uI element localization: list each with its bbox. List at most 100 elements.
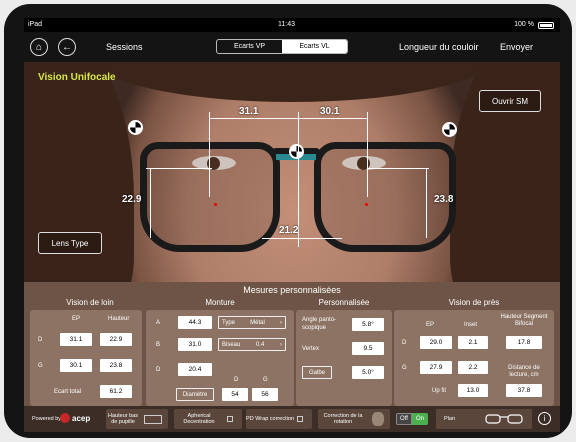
diameter-g-label: G <box>263 377 268 383</box>
aspherical-label: Apherical Decentration <box>183 413 215 425</box>
pantoscopic-label: Angle panto-scopique <box>302 317 337 331</box>
far-g-height[interactable]: 23.8 <box>100 359 132 372</box>
send-button[interactable]: Envoyer <box>500 42 533 52</box>
pd-wrap-label: PD Wrap correction <box>246 416 294 422</box>
far-d-ep[interactable]: 31.1 <box>60 333 92 346</box>
home-icon[interactable]: ⌂ <box>30 38 48 56</box>
frame-bevel-value: 0.4 <box>256 341 265 348</box>
tab-ecarts-vl[interactable]: Ecarts VL <box>282 40 347 53</box>
frame-a-label: A <box>156 320 161 326</box>
pantoscopic-value[interactable]: 5.8° <box>352 318 384 331</box>
pd-right-label: 31.1 <box>239 106 259 117</box>
frame-d-value[interactable]: 20.4 <box>178 363 212 376</box>
far-total-label: Ecart total <box>54 389 82 395</box>
pd-left-hline <box>298 118 367 119</box>
chevron-right-icon: › <box>280 319 282 326</box>
near-row-g: G <box>402 365 407 371</box>
frame-bevel-label: Biseau <box>222 341 241 348</box>
rotation-correction: Correction de la rotation <box>318 409 390 429</box>
vertex-value[interactable]: 9.5 <box>352 342 384 355</box>
far-row-g: G <box>38 363 43 369</box>
height-left-label: 23.8 <box>434 194 454 205</box>
battery-icon <box>538 22 554 29</box>
pd-left-vline <box>367 112 368 197</box>
glasses-icon <box>485 414 523 424</box>
powered-by-label: Powered by <box>32 416 62 422</box>
near-d-inset[interactable]: 2.1 <box>458 336 488 349</box>
hair-shape <box>84 62 500 102</box>
frame-title: Monture <box>205 298 235 307</box>
plan-label: Plan <box>444 416 456 422</box>
near-d-ep[interactable]: 29.0 <box>420 336 452 349</box>
rotation-label: Correction de la rotation <box>323 413 363 425</box>
tab-ecarts-vp[interactable]: Ecarts VP <box>217 40 282 53</box>
clip-marker-center <box>289 144 304 159</box>
app-screen: iPad 11:43 100 % ⌂ ← Sessions Ecarts VP … <box>24 18 560 432</box>
near-g-ep[interactable]: 27.9 <box>420 361 452 374</box>
lens-type-button[interactable]: Lens Type <box>38 232 102 254</box>
near-bifocal-value[interactable]: 17.8 <box>506 336 542 349</box>
far-total-value: 61.2 <box>100 385 132 398</box>
clip-marker-left <box>442 122 457 137</box>
toggle-off[interactable]: Off <box>396 413 412 425</box>
info-icon[interactable]: i <box>538 412 551 425</box>
pd-right-vline <box>209 112 210 197</box>
bottom-toolbar: Powered by acep Hauteur bas de pupille A… <box>24 406 560 432</box>
upfit-value[interactable]: 13.0 <box>458 384 488 397</box>
aspherical-checkbox[interactable] <box>227 416 233 422</box>
height-right-label: 22.9 <box>122 194 142 205</box>
near-g-inset[interactable]: 2.2 <box>458 361 488 374</box>
low-pupil-label: Hauteur bas de pupille <box>108 413 138 425</box>
diameter-button[interactable]: Diamètre <box>176 388 214 401</box>
ecarts-tabs: Ecarts VP Ecarts VL <box>216 39 348 54</box>
low-pupil-button[interactable]: Hauteur bas de pupille <box>106 409 168 429</box>
wrap-button[interactable]: Galbe <box>302 366 332 379</box>
wrap-value[interactable]: 5.0° <box>352 366 384 379</box>
corridor-length-button[interactable]: Longueur du couloir <box>399 42 479 52</box>
diameter-d-value[interactable]: 54 <box>222 388 248 401</box>
battery-percent: 100 % <box>514 21 534 28</box>
brand-logo-icon <box>60 413 70 423</box>
upfit-label: Up fit <box>432 388 447 394</box>
far-ep-header: EP <box>72 316 81 322</box>
custom-card: Angle panto-scopique 5.8° Vertex 9.5 Gal… <box>296 310 392 406</box>
pupil-marker-right <box>214 203 217 206</box>
frame-b-value[interactable]: 31.0 <box>178 338 212 351</box>
plan-button[interactable]: Plan <box>436 409 532 429</box>
sessions-button[interactable]: Sessions <box>106 42 143 52</box>
near-inset-header: Inset <box>464 322 478 328</box>
diameter-d-label: D <box>234 377 239 383</box>
device-label: iPad <box>28 21 43 28</box>
height-left-top <box>367 168 429 169</box>
brand-name: acep <box>72 414 91 423</box>
frame-card: A 44.3 B 31.0 D 20.4 Type Métal › Biseau… <box>146 310 294 406</box>
height-right-top <box>146 168 212 169</box>
diameter-g-value[interactable]: 56 <box>252 388 278 401</box>
pd-wrap-toggle[interactable]: PD Wrap correction <box>246 409 312 429</box>
chevron-right-icon: › <box>279 341 282 348</box>
face-photo: 31.1 30.1 22.9 23.8 21.2 Vision Unifocal… <box>24 62 560 282</box>
near-bifocal-header: Hauteur Segment Bifocal <box>500 314 548 327</box>
far-d-height[interactable]: 22.9 <box>100 333 132 346</box>
near-ep-header: EP <box>426 322 435 328</box>
frame-bevel-button[interactable]: Biseau 0.4 › <box>218 338 286 351</box>
far-height-header: Hauteur <box>108 316 130 322</box>
open-sm-button[interactable]: Ouvrir SM <box>479 90 541 112</box>
pupil-marker-left <box>365 203 368 206</box>
frame-d-label: D <box>156 367 161 373</box>
bridge-label: 21.2 <box>279 225 299 236</box>
pd-right-hline <box>209 118 298 119</box>
aspherical-toggle[interactable]: Apherical Decentration <box>174 409 242 429</box>
pd-left-label: 30.1 <box>320 106 340 117</box>
toggle-on[interactable]: On <box>412 413 428 425</box>
pd-wrap-checkbox[interactable] <box>297 416 303 422</box>
reading-distance-value[interactable]: 37.8 <box>506 384 542 397</box>
back-icon[interactable]: ← <box>58 38 76 56</box>
far-row-d: D <box>38 337 43 343</box>
custom-title: Personnalisée <box>318 298 370 307</box>
frame-type-button[interactable]: Type Métal › <box>218 316 286 329</box>
rotation-toggle[interactable]: Off On <box>396 413 428 425</box>
frame-a-value[interactable]: 44.3 <box>178 316 212 329</box>
near-vision-card: EP Inset Hauteur Segment Bifocal D 29.0 … <box>394 310 554 406</box>
far-g-ep[interactable]: 30.1 <box>60 359 92 372</box>
